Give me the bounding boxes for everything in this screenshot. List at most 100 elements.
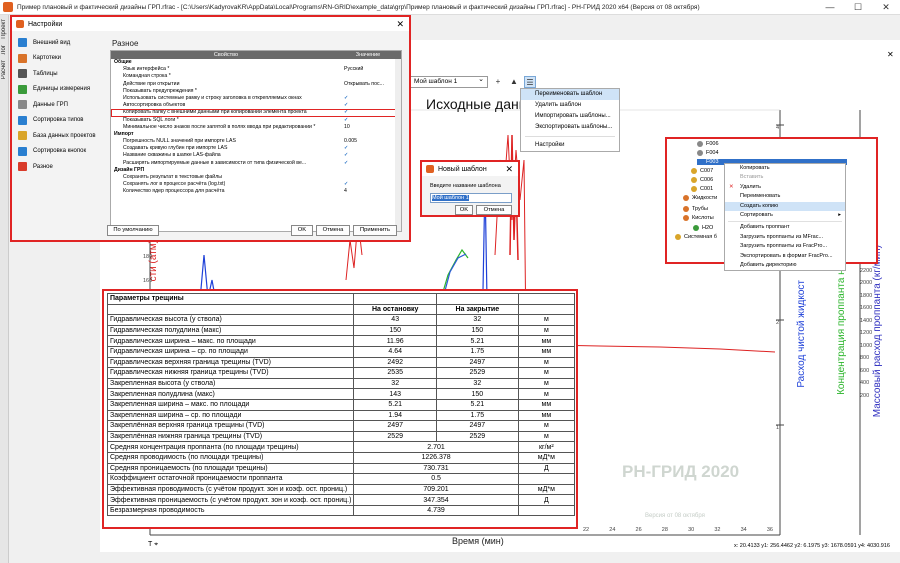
- ctx-add-proppant[interactable]: Добавить проппант: [725, 223, 845, 232]
- text-tool-icon[interactable]: T ⌖: [148, 541, 158, 549]
- template-name-value[interactable]: Мой шаблон 1: [432, 195, 469, 201]
- ctx-rename[interactable]: Переименовать: [725, 192, 845, 201]
- tree-node[interactable]: C007: [691, 168, 713, 174]
- grid-row[interactable]: Копировать папку с внешними данными при …: [111, 109, 401, 117]
- ctx-copy[interactable]: Копировать: [725, 164, 845, 173]
- table-cell: м: [517, 356, 576, 369]
- property-checkbox[interactable]: ✓: [341, 160, 395, 167]
- ctx-duplicate[interactable]: Создать копию: [725, 201, 845, 211]
- panel-close-icon[interactable]: ✕: [887, 50, 894, 59]
- nav-item[interactable]: Внешний вид: [14, 35, 106, 51]
- tree-node[interactable]: F004: [697, 150, 719, 156]
- property-value[interactable]: Открывать пос...: [341, 81, 395, 88]
- property-checkbox[interactable]: ✓: [341, 102, 395, 109]
- grid-row[interactable]: Использовать системные рамку и строку за…: [111, 95, 401, 102]
- maximize-button[interactable]: ☐: [844, 0, 872, 15]
- scrollbar[interactable]: [395, 59, 401, 231]
- close-button[interactable]: ✕: [872, 0, 900, 15]
- grid-row[interactable]: Автосортировка объектов ✓: [111, 102, 401, 109]
- template-name-input[interactable]: Мой шаблон 1: [430, 193, 512, 203]
- grid-row[interactable]: Количество ядер процессора для расчёта 4: [111, 188, 401, 195]
- grid-row[interactable]: Показывать предупреждения *: [111, 88, 401, 95]
- ctx-load-mfrac[interactable]: Загрузить проппанты из MFrac...: [725, 233, 845, 242]
- template-menu-icon[interactable]: ☰: [524, 76, 536, 88]
- ctx-delete[interactable]: ✕ Удалить: [725, 183, 845, 192]
- property-value[interactable]: [341, 73, 395, 80]
- grid-group-row[interactable]: Импорт: [111, 131, 401, 138]
- property-value[interactable]: [341, 131, 395, 138]
- menu-delete-template[interactable]: Удалить шаблон: [521, 100, 619, 111]
- ctx-export-fracpro[interactable]: Экспортировать в формат FracPro...: [725, 252, 845, 261]
- property-value[interactable]: 10: [341, 124, 395, 131]
- property-checkbox[interactable]: ✓: [341, 109, 395, 116]
- ok-button[interactable]: OK: [291, 225, 313, 236]
- ctx-load-fracpro[interactable]: Загрузить проппанты из FracPro...: [725, 242, 845, 251]
- property-checkbox[interactable]: ✓: [341, 152, 395, 159]
- grid-row[interactable]: Погрешность NULL значений при импорте LA…: [111, 138, 401, 145]
- property-checkbox[interactable]: ✓: [341, 145, 395, 152]
- cancel-button[interactable]: Отмена: [476, 205, 512, 215]
- property-value[interactable]: [341, 167, 395, 174]
- tab-project[interactable]: Проект: [1, 19, 7, 39]
- property-value[interactable]: 0.005: [341, 138, 395, 145]
- property-checkbox[interactable]: ✓: [341, 181, 395, 188]
- tree-node[interactable]: H2O: [693, 225, 713, 231]
- ctx-paste[interactable]: Вставить: [725, 173, 845, 182]
- grid-row[interactable]: Название скважины в шапке LAS-файла ✓: [111, 152, 401, 159]
- submenu-arrow-icon: ▸: [838, 211, 841, 218]
- grid-row[interactable]: Сохранять результат в текстовые файлы: [111, 174, 401, 181]
- default-button[interactable]: По умолчанию: [107, 225, 159, 236]
- grid-group-row[interactable]: Общие: [111, 59, 401, 66]
- property-value[interactable]: [341, 88, 395, 95]
- tree-node[interactable]: Кислоты: [683, 215, 714, 221]
- grid-row[interactable]: Расширять импортируемые данные в зависим…: [111, 160, 401, 167]
- table-row: Закреплённая верхняя граница трещины (TV…: [106, 420, 576, 432]
- tab-log[interactable]: Лог: [1, 45, 7, 54]
- menu-settings[interactable]: Настройки: [521, 140, 619, 151]
- apply-button[interactable]: Применить: [353, 225, 397, 236]
- ctx-sort[interactable]: Сортировать ▸: [725, 211, 845, 220]
- grid-row[interactable]: Действие при открытии Открывать пос...: [111, 81, 401, 88]
- property-value[interactable]: 4: [341, 188, 395, 195]
- grid-header: Свойство Значение: [111, 51, 401, 59]
- minimize-button[interactable]: —: [816, 0, 844, 15]
- tree-node[interactable]: Системная б: [675, 234, 717, 240]
- tree-node[interactable]: Жидкости: [683, 195, 717, 201]
- tree-node[interactable]: C006: [691, 177, 713, 183]
- property-value[interactable]: Русский: [341, 66, 395, 73]
- add-template-icon[interactable]: +: [492, 76, 504, 88]
- grid-row[interactable]: Язык интерфейса * Русский: [111, 66, 401, 73]
- nav-item[interactable]: База данных проектов: [14, 128, 106, 144]
- menu-import-templates[interactable]: Импортировать шаблоны...: [521, 111, 619, 122]
- grid-row[interactable]: Минимальное число знаков после запятой в…: [111, 124, 401, 131]
- menu-export-templates[interactable]: Экспортировать шаблоны...: [521, 122, 619, 133]
- property-value[interactable]: [341, 59, 395, 66]
- tree-node[interactable]: C001: [691, 186, 713, 192]
- property-value[interactable]: [341, 174, 395, 181]
- ctx-add-directory[interactable]: Добавить директорию: [725, 261, 845, 270]
- property-checkbox[interactable]: ✓: [341, 117, 395, 124]
- tree-node[interactable]: Трубы: [683, 206, 708, 212]
- grid-row[interactable]: Сохранять лог в процессе расчёта (log.tx…: [111, 181, 401, 188]
- tree-node[interactable]: F006: [697, 141, 719, 147]
- nav-item[interactable]: Таблицы: [14, 66, 106, 82]
- ok-button[interactable]: OK: [455, 205, 473, 215]
- grid-row[interactable]: Создавать кривую глубин при импорте LAS ✓: [111, 145, 401, 152]
- nav-item[interactable]: Картотеки: [14, 51, 106, 67]
- nav-item[interactable]: Разное: [14, 159, 106, 175]
- cancel-button[interactable]: Отмена: [316, 225, 350, 236]
- close-icon[interactable]: ✕: [396, 17, 404, 31]
- nav-item[interactable]: Единицы измерения: [14, 82, 106, 98]
- tab-calc[interactable]: Расчет: [1, 60, 7, 79]
- close-icon[interactable]: ✕: [505, 162, 513, 176]
- nav-item[interactable]: Сортировка типов: [14, 113, 106, 129]
- nav-item[interactable]: Данные ГРП: [14, 97, 106, 113]
- template-select[interactable]: Мой шаблон 1: [410, 75, 488, 88]
- grid-group-row[interactable]: Дизайн ГРП: [111, 167, 401, 174]
- grid-row[interactable]: Показывать SQL логи * ✓: [111, 117, 401, 124]
- menu-rename-template[interactable]: Переименовать шаблон: [521, 89, 619, 100]
- property-checkbox[interactable]: ✓: [341, 95, 395, 102]
- save-template-icon[interactable]: ▲: [508, 76, 520, 88]
- nav-item[interactable]: Сортировка кнопок: [14, 144, 106, 160]
- grid-row[interactable]: Командная строка *: [111, 73, 401, 80]
